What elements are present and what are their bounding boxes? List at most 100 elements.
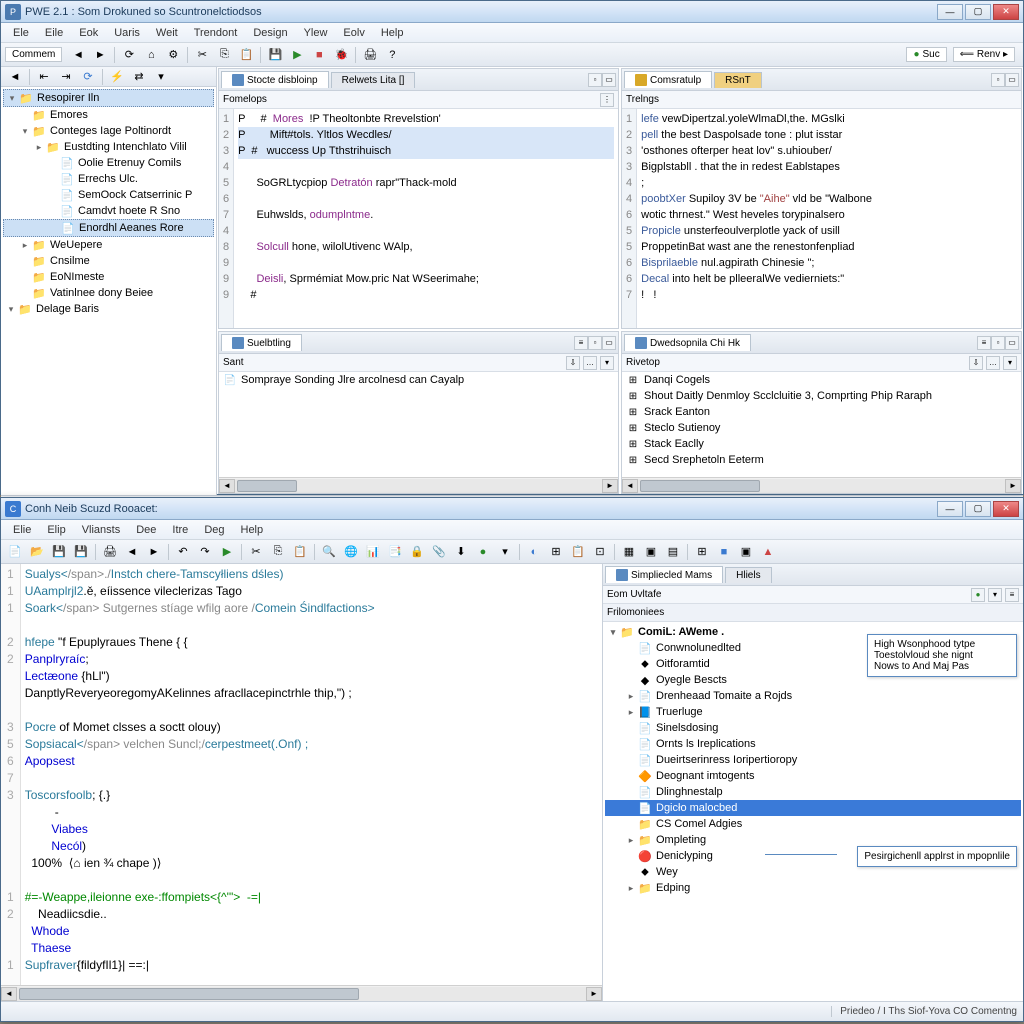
print-icon[interactable]: 🖨 xyxy=(360,45,380,65)
nav-back-icon[interactable]: ◄ xyxy=(5,67,25,87)
menu-elip[interactable]: Elip xyxy=(39,522,73,538)
list-item[interactable]: 📄Sompraye Sonding Jlre arcolnesd can Cay… xyxy=(219,372,618,388)
filter-icon[interactable]: ⚡ xyxy=(107,67,127,87)
menu-ylew[interactable]: Ylew xyxy=(296,25,336,41)
tool-icon[interactable]: ⊡ xyxy=(590,542,610,562)
i[interactable]: ≡ xyxy=(1005,588,1019,602)
menu-help[interactable]: Help xyxy=(233,522,272,538)
new-icon[interactable]: 📄 xyxy=(5,542,25,562)
panel-btn[interactable]: ▭ xyxy=(1005,336,1019,350)
i[interactable]: ⇩ xyxy=(969,356,983,370)
tab-editor1[interactable]: Stocte disbloinp xyxy=(221,71,329,88)
tool-icon[interactable]: ⊞ xyxy=(546,542,566,562)
outline-item[interactable]: 📁CS Comel Adgies xyxy=(605,816,1021,832)
outline-item[interactable]: 📄Dlinghnestalp xyxy=(605,784,1021,800)
refresh-icon[interactable]: ⟳ xyxy=(119,45,139,65)
grid-icon[interactable]: ⊞ xyxy=(692,542,712,562)
paste-icon[interactable]: 📋 xyxy=(236,45,256,65)
save-icon[interactable]: 💾 xyxy=(265,45,285,65)
minimize-button[interactable]: — xyxy=(937,501,963,517)
panel-max-icon[interactable]: ▭ xyxy=(1005,73,1019,87)
forward-icon[interactable]: ► xyxy=(144,542,164,562)
expand-icon[interactable]: ⇥ xyxy=(56,67,76,87)
tool-icon[interactable]: ▤ xyxy=(663,542,683,562)
tree-node[interactable]: ▸📁WeUepere xyxy=(3,237,214,253)
menu-weit[interactable]: Weit xyxy=(148,25,186,41)
maximize-button[interactable]: ▢ xyxy=(965,4,991,20)
outline-item[interactable]: 🔶Deognant imtogents xyxy=(605,768,1021,784)
i[interactable]: ▾ xyxy=(600,356,614,370)
horizontal-scrollbar[interactable]: ◄► xyxy=(219,477,618,493)
gear-icon[interactable]: ⚙ xyxy=(163,45,183,65)
minimize-button[interactable]: — xyxy=(937,4,963,20)
horizontal-scrollbar[interactable]: ◄► xyxy=(622,477,1021,493)
opt-icon[interactable]: ⋮ xyxy=(600,93,614,107)
sync-icon[interactable]: ⟳ xyxy=(78,67,98,87)
globe-icon[interactable]: 🌐 xyxy=(341,542,361,562)
menu-icon[interactable]: ▾ xyxy=(151,67,171,87)
menu-itre[interactable]: Itre xyxy=(164,522,196,538)
tab-editor2[interactable]: Comsratulp xyxy=(624,71,712,88)
run-icon[interactable]: ▶ xyxy=(217,542,237,562)
outline-item[interactable]: ▸📁Edping xyxy=(605,880,1021,896)
menu-design[interactable]: Design xyxy=(245,25,295,41)
tree-node[interactable]: 📄Camdvt hoete R Sno xyxy=(3,203,214,219)
save-icon[interactable]: 💾 xyxy=(49,542,69,562)
outline-item[interactable]: ▸📘Truerluge xyxy=(605,704,1021,720)
list-item[interactable]: ⊞Shout Daitly Denmloy Scclcluitie 3, Com… xyxy=(622,388,1021,404)
menu-elie[interactable]: Elie xyxy=(5,522,39,538)
redo-icon[interactable]: ↷ xyxy=(195,542,215,562)
collapse-icon[interactable]: ⇤ xyxy=(34,67,54,87)
cut-icon[interactable]: ✂ xyxy=(192,45,212,65)
copy-icon[interactable]: ⎘ xyxy=(214,45,234,65)
list-item[interactable]: ⊞Secd Srephetoln Eeterm xyxy=(622,452,1021,468)
panel-max-icon[interactable]: ▭ xyxy=(602,73,616,87)
toolbar-right-btn2[interactable]: ⟸ Renv ▸ xyxy=(953,47,1015,62)
panel-min-icon[interactable]: ▫ xyxy=(991,73,1005,87)
menu-deg[interactable]: Deg xyxy=(196,522,232,538)
open-icon[interactable]: 📂 xyxy=(27,542,47,562)
outline-item[interactable]: 📄Sinelsdosing xyxy=(605,720,1021,736)
panel-btn[interactable]: ▫ xyxy=(991,336,1005,350)
menu-trendont[interactable]: Trendont xyxy=(186,25,246,41)
horizontal-scrollbar[interactable]: ◄► xyxy=(1,985,602,1001)
tool-icon[interactable]: ◐ xyxy=(524,542,544,562)
tree-node[interactable]: 📁Emores xyxy=(3,107,214,123)
tool-icon[interactable]: ▾ xyxy=(495,542,515,562)
tool-icon[interactable]: ● xyxy=(473,542,493,562)
tab-help[interactable]: Hliels xyxy=(725,567,771,583)
panel-btn[interactable]: ▭ xyxy=(602,336,616,350)
menu-ele[interactable]: Ele xyxy=(5,25,37,41)
close-button[interactable]: ✕ xyxy=(993,501,1019,517)
tool-icon[interactable]: 📎 xyxy=(429,542,449,562)
paste-icon[interactable]: 📋 xyxy=(290,542,310,562)
outline-item[interactable]: ▸📄Drenheaad Tomaite a Rojds xyxy=(605,688,1021,704)
help-icon[interactable]: ? xyxy=(382,45,402,65)
tool-icon[interactable]: 📊 xyxy=(363,542,383,562)
outline-item[interactable]: 📄Ornts ls Ireplications xyxy=(605,736,1021,752)
panel-btn[interactable]: ≡ xyxy=(977,336,991,350)
menu-eile[interactable]: Eile xyxy=(37,25,71,41)
tree-node[interactable]: 📄SemOock Catserrinic P xyxy=(3,187,214,203)
i[interactable]: ▾ xyxy=(1003,356,1017,370)
tool-icon[interactable]: ▣ xyxy=(641,542,661,562)
panel-btn[interactable]: ≡ xyxy=(574,336,588,350)
i[interactable]: … xyxy=(583,356,597,370)
i[interactable]: ▾ xyxy=(988,588,1002,602)
tab-stack[interactable]: Dwedsopnila Chi Hk xyxy=(624,334,751,351)
search-icon[interactable]: 🔍 xyxy=(319,542,339,562)
menu-uaris[interactable]: Uaris xyxy=(106,25,148,41)
menu-eolv[interactable]: Eolv xyxy=(335,25,372,41)
back-icon[interactable]: ◄ xyxy=(68,45,88,65)
menu-vliansts[interactable]: Vliansts xyxy=(74,522,129,538)
tree-node[interactable]: 📄Errechs Ulc. xyxy=(3,171,214,187)
menu-help[interactable]: Help xyxy=(373,25,412,41)
tree-node[interactable]: 📁EoNImeste xyxy=(3,269,214,285)
copy-icon[interactable]: ⎘ xyxy=(268,542,288,562)
run-icon[interactable]: ▶ xyxy=(287,45,307,65)
panel-min-icon[interactable]: ▫ xyxy=(588,73,602,87)
tree-node[interactable]: 📁Cnsilme xyxy=(3,253,214,269)
tab-problems[interactable]: Suelbtling xyxy=(221,334,302,351)
link-icon[interactable]: ⇄ xyxy=(129,67,149,87)
back-icon[interactable]: ◄ xyxy=(122,542,142,562)
